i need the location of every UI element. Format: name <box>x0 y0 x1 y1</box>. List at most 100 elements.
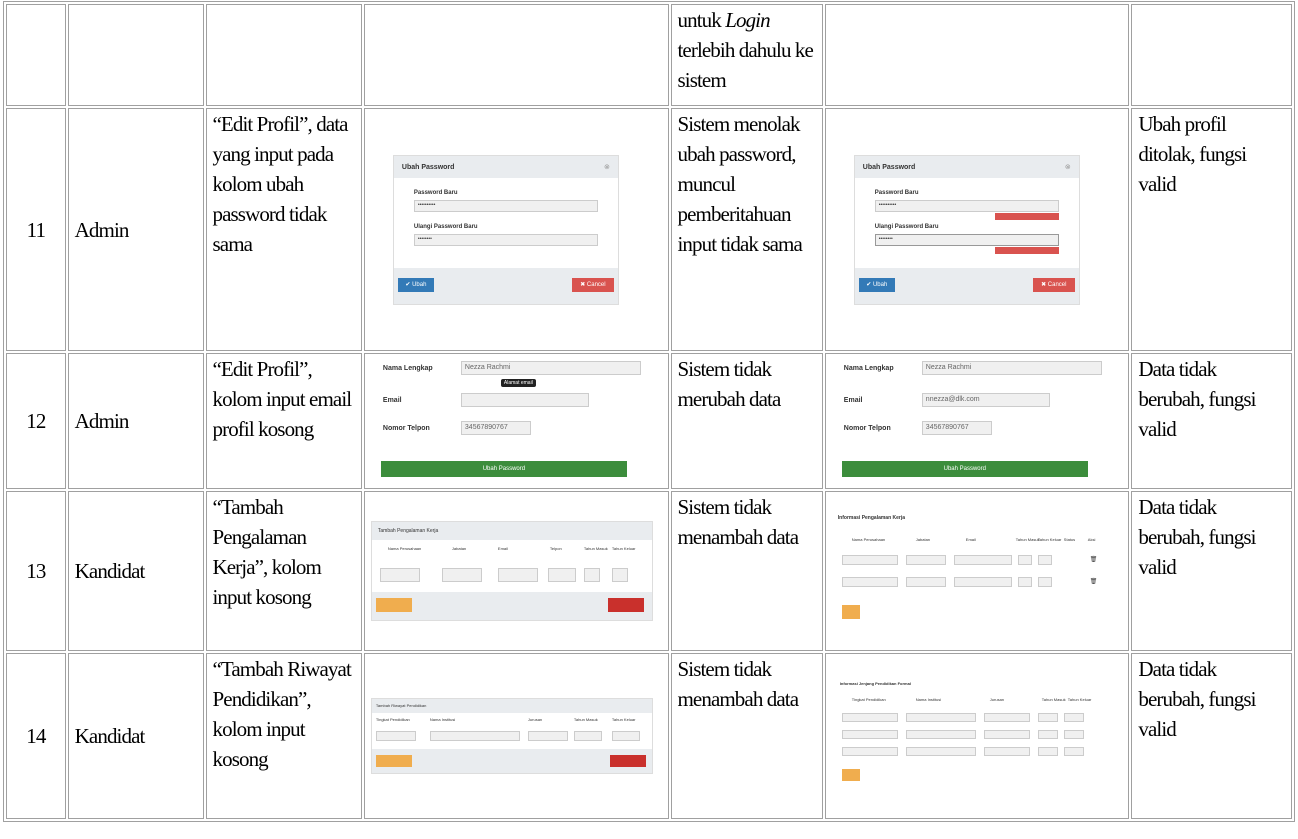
cell-expected: untuk Login terlebih dahulu ke sistem <box>670 4 823 106</box>
tambah-button[interactable] <box>375 598 412 612</box>
column-header: Aksi <box>1087 537 1096 542</box>
select-input[interactable] <box>375 731 416 741</box>
input-box[interactable] <box>497 568 538 582</box>
data-cell <box>983 730 1030 739</box>
cell-result: Ubah profil ditolak, fungsi valid <box>1131 108 1292 351</box>
data-cell <box>905 713 976 722</box>
modal-title: Tambah Riwayat Pendidikan <box>375 703 427 708</box>
cell-screenshot-before <box>363 4 669 106</box>
column-header: Jurusan <box>989 697 1005 702</box>
data-cell <box>1037 555 1052 565</box>
close-icon[interactable]: ⊗ <box>604 163 610 171</box>
cell-scenario: “Edit Profil”, data yang input pada kolo… <box>205 108 362 351</box>
phone-value: 34567890767 <box>464 424 508 431</box>
data-cell <box>841 730 898 739</box>
tambah-pengalaman-modal: Tambah Pengalaman Kerja Nama Perusahaan … <box>370 521 653 621</box>
ubah-password-button[interactable]: Ubah Password <box>380 461 627 477</box>
error-badge <box>994 246 1059 254</box>
expected-text-2: terlebih dahulu ke sistem <box>677 38 814 92</box>
cell-no: 12 <box>6 353 66 489</box>
column-header: Tahun Keluar <box>1067 697 1092 702</box>
column-header: Tingkat Pendidikan <box>375 717 410 722</box>
trash-icon[interactable]: 🗑 <box>1090 578 1098 585</box>
trash-icon[interactable]: 🗑 <box>1090 556 1098 563</box>
input-box[interactable] <box>441 568 482 582</box>
column-header: Email <box>965 537 976 542</box>
informasi-pendidikan: Informasi Jenjang Pendidikan Formal Ting… <box>832 671 1114 801</box>
cell-screenshot-before: Ubah Password ⊗ Password Baru ••••••••••… <box>363 108 669 351</box>
input-box[interactable] <box>611 568 628 582</box>
data-cell <box>1037 747 1058 756</box>
data-cell <box>1037 713 1058 722</box>
confirm-password-input[interactable] <box>874 233 1059 246</box>
data-cell <box>983 747 1030 756</box>
cancel-button-label: Cancel <box>586 281 606 288</box>
ubah-button[interactable]: ✔ Ubah <box>858 277 895 292</box>
field-label: Email <box>843 397 863 404</box>
cell-screenshot-before: Tambah Riwayat Pendidikan Tingkat Pendid… <box>363 653 669 819</box>
cancel-button[interactable] <box>609 755 646 767</box>
confirm-password-input[interactable] <box>413 233 598 246</box>
cell-expected: Sistem tidak merubah data <box>670 353 823 489</box>
ubah-button[interactable]: ✔ Ubah <box>397 277 434 292</box>
column-header: Tahun Masuk <box>583 546 608 551</box>
input-box[interactable] <box>429 731 520 741</box>
password-input[interactable] <box>874 199 1059 212</box>
column-header: Email <box>497 546 508 551</box>
cell-scenario: “Tambah Pengalaman Kerja”, kolom input k… <box>205 491 362 651</box>
close-icon[interactable]: ⊗ <box>1065 163 1071 171</box>
cell-actor <box>67 4 204 106</box>
data-cell <box>905 577 946 587</box>
cell-screenshot-after: Nama Lengkap Nezza Rachmi Email nnezza@d… <box>824 353 1130 489</box>
field-label: Email <box>382 397 402 404</box>
cell-actor: Kandidat <box>67 491 204 651</box>
field-label: Nomor Telpon <box>843 425 891 432</box>
cancel-button[interactable] <box>607 598 644 612</box>
cancel-button[interactable]: ✖ Cancel <box>571 277 614 292</box>
close-x-icon: ✖ <box>1041 282 1048 288</box>
cell-scenario: “Tambah Riwayat Pendidikan”, kolom input… <box>205 653 362 819</box>
name-value: Nezza Rachmi <box>925 364 972 371</box>
cancel-button[interactable]: ✖ Cancel <box>1032 277 1075 292</box>
input-box[interactable] <box>611 731 640 741</box>
tambah-pendidikan-modal: Tambah Riwayat Pendidikan Tingkat Pendid… <box>370 698 653 774</box>
informasi-pengalaman-kerja: Informasi Pengalaman Kerja Nama Perusaha… <box>832 501 1114 641</box>
cell-screenshot-before: Tambah Pengalaman Kerja Nama Perusahaan … <box>363 491 669 651</box>
input-box[interactable] <box>379 568 420 582</box>
tambah-button[interactable] <box>841 769 860 781</box>
cell-no: 11 <box>6 108 66 351</box>
ubah-password-button-label: Ubah Password <box>482 466 526 472</box>
column-header: Nama Institusi <box>429 717 456 722</box>
tooltip: Alamat email <box>500 379 536 387</box>
column-header: Jabatan <box>915 537 931 542</box>
column-header: Tahun Masuk <box>1015 537 1040 542</box>
cell-actor: Kandidat <box>67 653 204 819</box>
input-box[interactable] <box>583 568 600 582</box>
tambah-button[interactable] <box>841 605 860 619</box>
input-box[interactable] <box>547 568 576 582</box>
cell-no: 14 <box>6 653 66 819</box>
email-value: nnezza@dlk.com <box>925 396 980 403</box>
data-cell <box>1037 730 1058 739</box>
table-row: 11 Admin “Edit Profil”, data yang input … <box>6 108 1292 351</box>
modal-title: Tambah Pengalaman Kerja <box>377 528 439 534</box>
error-badge <box>994 212 1059 220</box>
table-row: 13 Kandidat “Tambah Pengalaman Kerja”, k… <box>6 491 1292 651</box>
input-box[interactable] <box>573 731 602 741</box>
edit-profile-form: Nama Lengkap Nezza Rachmi Email nnezza@d… <box>834 357 1114 485</box>
cell-screenshot-after <box>824 4 1130 106</box>
cancel-button-label: Cancel <box>1047 281 1067 288</box>
field-label: Nama Lengkap <box>382 365 433 372</box>
tambah-button[interactable] <box>375 755 412 767</box>
section-title: Informasi Pengalaman Kerja <box>837 515 906 521</box>
check-icon: ✔ <box>866 282 873 288</box>
input-box[interactable] <box>527 731 568 741</box>
email-input[interactable] <box>460 393 589 407</box>
table-row: 14 Kandidat “Tambah Riwayat Pendidikan”,… <box>6 653 1292 819</box>
password-input[interactable] <box>413 199 598 212</box>
password-value: •••••••••• <box>878 201 897 208</box>
cell-expected: Sistem tidak menambah data <box>670 653 823 819</box>
cell-scenario <box>205 4 362 106</box>
ubah-password-button[interactable]: Ubah Password <box>841 461 1088 477</box>
cell-no: 13 <box>6 491 66 651</box>
